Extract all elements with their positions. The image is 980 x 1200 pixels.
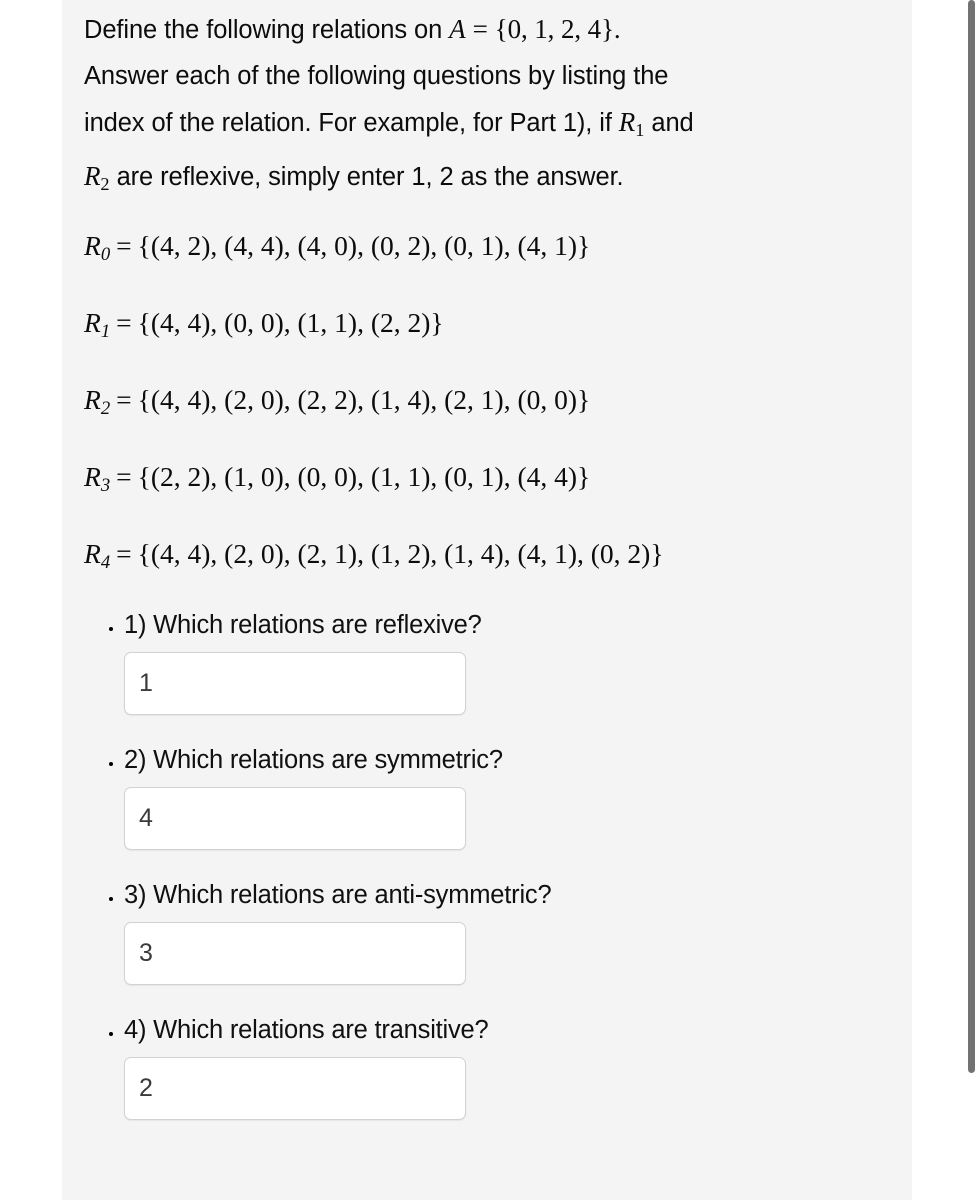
question-block-3: 3) Which relations are anti-symmetric? — [124, 878, 912, 986]
relation-row: R4 = {(4, 4), (2, 0), (2, 1), (1, 2), (1, … — [84, 515, 912, 592]
relation-index: 1 — [100, 321, 111, 343]
question-label-4: 4) Which relations are transitive? — [124, 1016, 489, 1045]
relation-pairs: {(2, 2), (1, 0), (0, 0), (1, 1), (0, 1),… — [137, 461, 591, 493]
variable-r: R — [84, 161, 101, 192]
relation-row: R3 = {(2, 2), (1, 0), (0, 0), (1, 1), (0, … — [84, 438, 912, 515]
question-block-1: 1) Which relations are reflexive? — [124, 608, 912, 716]
subscript-2: 2 — [100, 174, 110, 195]
relation-definitions-list: R0 = {(4, 2), (4, 4), (4, 0), (0, 2), (0, … — [84, 207, 912, 592]
set-a-math: A = {0, 1, 2, 4}. — [449, 14, 621, 44]
answer-input-3[interactable] — [124, 922, 466, 986]
relation-name: R — [84, 384, 101, 416]
relation-pairs: {(4, 2), (4, 4), (4, 0), (0, 2), (0, 1),… — [137, 230, 591, 262]
intro-line-3-text: index of the relation. For example, for … — [84, 109, 619, 137]
variable-r: R — [618, 107, 636, 137]
equals-sign: = — [116, 307, 132, 339]
vertical-scrollbar[interactable] — [964, 0, 980, 1200]
question-block-2: 2) Which relations are symmetric? — [124, 743, 912, 851]
relation-pairs: {(4, 4), (2, 0), (2, 2), (1, 4), (2, 1),… — [137, 384, 591, 416]
relation-row: R0 = {(4, 2), (4, 4), (4, 0), (0, 2), (0, … — [84, 207, 912, 284]
variable-a: A — [449, 14, 466, 44]
intro-line-1-text: Define the following relations on — [84, 16, 450, 44]
intro-line-3: index of the relation. For example, for … — [84, 99, 912, 153]
intro-line-2: Answer each of the following questions b… — [84, 62, 669, 90]
relation-name: R — [84, 230, 101, 262]
relation-index: 3 — [100, 475, 111, 497]
equals-sign: = — [116, 230, 132, 262]
equals-sign: = — [116, 384, 132, 416]
answer-input-1[interactable] — [124, 652, 466, 716]
intro-paragraph: Define the following relations on A = {0, … — [84, 0, 912, 207]
relation-row: R1 = {(4, 4), (0, 0), (1, 1), (2, 2)} — [84, 284, 912, 361]
subscript-1: 1 — [635, 120, 645, 141]
equals-sign: = — [116, 461, 132, 493]
set-a-elements: {0, 1, 2, 4}. — [494, 14, 621, 44]
relation-index: 2 — [100, 398, 111, 420]
question-content-panel: Define the following relations on A = {0, … — [62, 0, 912, 1200]
question-label-1: 1) Which relations are reflexive? — [124, 611, 482, 640]
intro-line-3-tail: and — [644, 109, 694, 137]
question-block-4: 4) Which relations are transitive? — [124, 1013, 912, 1121]
relation-index: 0 — [100, 244, 111, 266]
answer-input-4[interactable] — [124, 1057, 466, 1121]
question-label-2: 2) Which relations are symmetric? — [124, 746, 503, 775]
equals-sign: = — [116, 538, 132, 570]
intro-line-4-tail: are reflexive, simply enter 1, 2 as the … — [109, 163, 624, 192]
relation-pairs: {(4, 4), (2, 0), (2, 1), (1, 2), (1, 4),… — [137, 538, 664, 570]
scrollbar-thumb[interactable] — [968, 0, 975, 1073]
intro-line-4: R2 are reflexive, simply enter 1, 2 as t… — [84, 153, 912, 207]
equals-sign: = — [472, 14, 488, 44]
variable-r1-math: R1 — [618, 107, 645, 141]
question-label-3: 3) Which relations are anti-symmetric? — [124, 881, 552, 910]
panel-right-seam — [912, 0, 915, 1200]
relation-name: R — [84, 538, 101, 570]
answer-input-2[interactable] — [124, 787, 466, 851]
intro-line-1: Define the following relations on A = {0, … — [84, 6, 912, 53]
relation-row: R2 = {(4, 4), (2, 0), (2, 2), (1, 4), (2, … — [84, 361, 912, 438]
relation-name: R — [84, 461, 101, 493]
relation-pairs: {(4, 4), (0, 0), (1, 1), (2, 2)} — [137, 307, 444, 339]
relation-index: 4 — [100, 552, 111, 574]
variable-r2-math: R2 — [84, 161, 110, 195]
questions-list: 1) Which relations are reflexive? 2) Whi… — [84, 608, 912, 1121]
relation-name: R — [84, 307, 101, 339]
